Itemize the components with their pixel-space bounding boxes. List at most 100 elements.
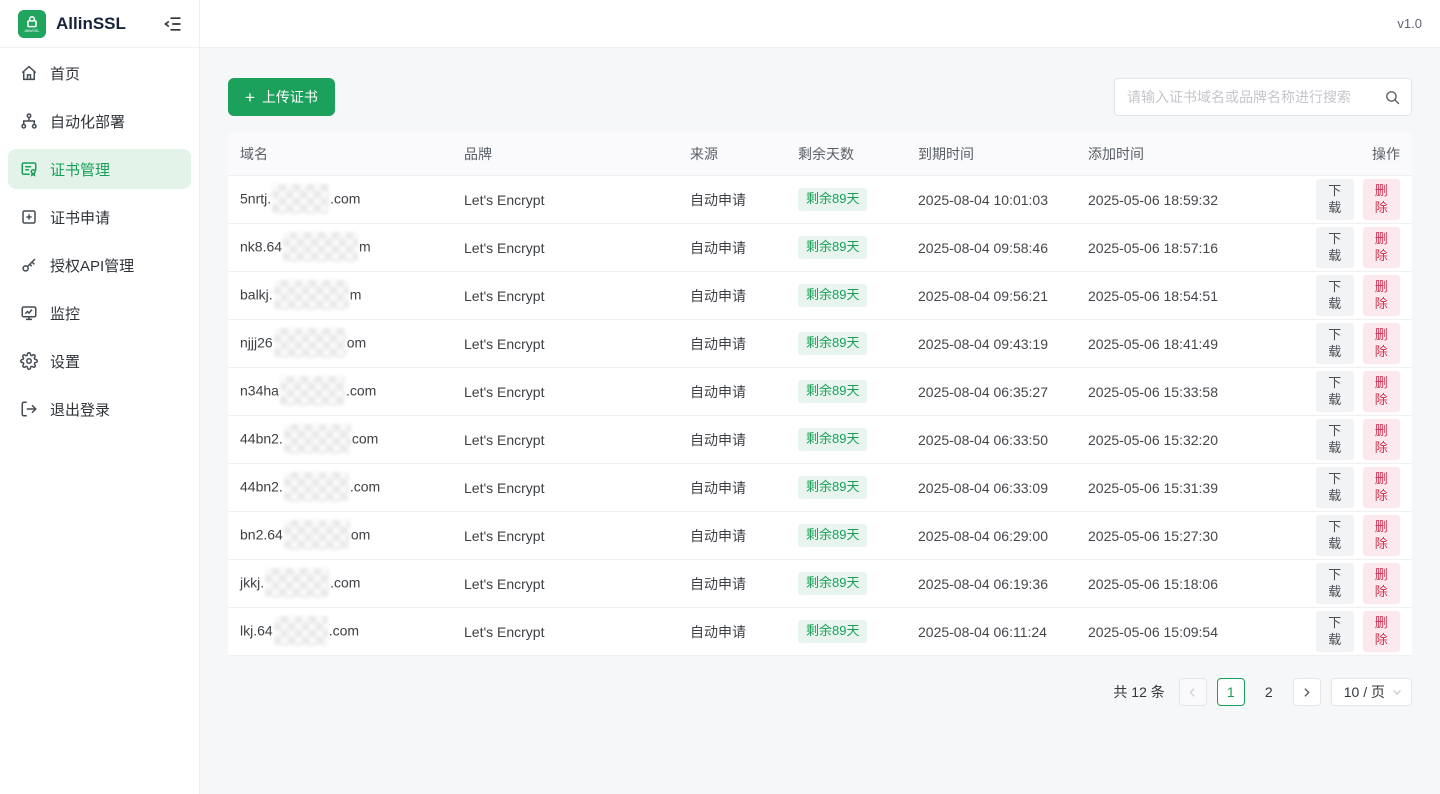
sidebar-item-home[interactable]: 首页 xyxy=(8,53,191,93)
sidebar: AllinSSL AllinSSL 首页 自动化部署 证书管理 xyxy=(0,0,200,794)
upload-cert-button[interactable]: + 上传证书 xyxy=(228,78,335,116)
domain-cell: balkj.m xyxy=(228,281,452,311)
download-button[interactable]: 下载 xyxy=(1316,515,1354,557)
source-cell: 自动申请 xyxy=(678,622,786,642)
col-header-expires: 到期时间 xyxy=(906,144,1076,164)
sidebar-header: AllinSSL AllinSSL xyxy=(0,0,199,48)
domain-redacted-blur xyxy=(274,280,349,310)
actions-cell: 下载 删除 xyxy=(1304,611,1412,653)
days-cell: 剩余89天 xyxy=(786,572,906,595)
domain-prefix: 44bn2. xyxy=(240,430,283,446)
domain-cell: 44bn2..com xyxy=(228,473,452,503)
days-remaining-badge: 剩余89天 xyxy=(798,188,867,211)
pagination-prev-button[interactable] xyxy=(1179,678,1207,706)
pagination-page-1[interactable]: 1 xyxy=(1217,678,1245,706)
delete-button[interactable]: 删除 xyxy=(1363,515,1401,557)
download-button[interactable]: 下载 xyxy=(1316,419,1354,461)
days-cell: 剩余89天 xyxy=(786,620,906,643)
delete-button[interactable]: 删除 xyxy=(1363,179,1401,221)
table-row: balkj.m Let's Encrypt 自动申请 剩余89天 2025-08… xyxy=(228,272,1412,320)
download-button[interactable]: 下载 xyxy=(1316,611,1354,653)
domain-redacted-blur xyxy=(283,232,358,262)
delete-button[interactable]: 删除 xyxy=(1363,467,1401,509)
pagination: 共 12 条 1 2 10 / 页 xyxy=(228,678,1412,706)
table-row: 44bn2.com Let's Encrypt 自动申请 剩余89天 2025-… xyxy=(228,416,1412,464)
delete-button[interactable]: 删除 xyxy=(1363,227,1401,269)
col-header-brand: 品牌 xyxy=(452,144,678,164)
table-row: bn2.64om Let's Encrypt 自动申请 剩余89天 2025-0… xyxy=(228,512,1412,560)
domain-prefix: jkkj. xyxy=(240,574,264,590)
sidebar-item-label: 监控 xyxy=(50,303,80,324)
menu-fold-icon xyxy=(163,14,183,34)
pagination-page-2[interactable]: 2 xyxy=(1255,678,1283,706)
col-header-source: 来源 xyxy=(678,144,786,164)
download-button[interactable]: 下载 xyxy=(1316,275,1354,317)
actions-cell: 下载 删除 xyxy=(1304,227,1412,269)
search-box xyxy=(1114,78,1412,116)
brand-cell: Let's Encrypt xyxy=(452,192,678,208)
page-size-value: 10 / 页 xyxy=(1344,682,1385,702)
app-title: AllinSSL xyxy=(56,14,161,34)
sidebar-item-api-auth[interactable]: 授权API管理 xyxy=(8,245,191,285)
search-input[interactable] xyxy=(1127,89,1384,105)
expire-time-cell: 2025-08-04 06:35:27 xyxy=(906,384,1076,400)
delete-button[interactable]: 删除 xyxy=(1363,611,1401,653)
sidebar-item-cert-apply[interactable]: 证书申请 xyxy=(8,197,191,237)
page-size-select[interactable]: 10 / 页 xyxy=(1331,678,1412,706)
days-cell: 剩余89天 xyxy=(786,380,906,403)
expire-time-cell: 2025-08-04 06:29:00 xyxy=(906,528,1076,544)
download-button[interactable]: 下载 xyxy=(1316,563,1354,605)
days-cell: 剩余89天 xyxy=(786,524,906,547)
domain-suffix: com xyxy=(352,430,378,446)
expire-time-cell: 2025-08-04 09:43:19 xyxy=(906,336,1076,352)
home-icon xyxy=(20,64,38,82)
delete-button[interactable]: 删除 xyxy=(1363,419,1401,461)
delete-button[interactable]: 删除 xyxy=(1363,323,1401,365)
expire-time-cell: 2025-08-04 06:33:09 xyxy=(906,480,1076,496)
source-cell: 自动申请 xyxy=(678,238,786,258)
actions-cell: 下载 删除 xyxy=(1304,275,1412,317)
sidebar-item-settings[interactable]: 设置 xyxy=(8,341,191,381)
domain-suffix: m xyxy=(359,238,371,254)
download-button[interactable]: 下载 xyxy=(1316,371,1354,413)
days-remaining-badge: 剩余89天 xyxy=(798,236,867,259)
download-button[interactable]: 下载 xyxy=(1316,323,1354,365)
sidebar-item-label: 自动化部署 xyxy=(50,111,125,132)
pagination-next-button[interactable] xyxy=(1293,678,1321,706)
domain-cell: nk8.64m xyxy=(228,233,452,263)
days-cell: 剩余89天 xyxy=(786,188,906,211)
days-cell: 剩余89天 xyxy=(786,332,906,355)
table-row: jkkj..com Let's Encrypt 自动申请 剩余89天 2025-… xyxy=(228,560,1412,608)
search-icon[interactable] xyxy=(1384,89,1401,106)
domain-redacted-blur xyxy=(272,184,329,214)
col-header-days: 剩余天数 xyxy=(786,144,906,164)
upload-cert-label: 上传证书 xyxy=(262,87,318,107)
sidebar-item-logout[interactable]: 退出登录 xyxy=(8,389,191,429)
sidebar-item-monitor[interactable]: 监控 xyxy=(8,293,191,333)
expire-time-cell: 2025-08-04 10:01:03 xyxy=(906,192,1076,208)
domain-suffix: .com xyxy=(346,382,376,398)
download-button[interactable]: 下载 xyxy=(1316,179,1354,221)
days-cell: 剩余89天 xyxy=(786,284,906,307)
delete-button[interactable]: 删除 xyxy=(1363,275,1401,317)
domain-suffix: .com xyxy=(350,478,380,494)
download-button[interactable]: 下载 xyxy=(1316,227,1354,269)
col-header-domain: 域名 xyxy=(228,144,452,164)
download-button[interactable]: 下载 xyxy=(1316,467,1354,509)
logo-micro-text: AllinSSL xyxy=(24,29,39,33)
sidebar-item-cert-manage[interactable]: 证书管理 xyxy=(8,149,191,189)
version-label: v1.0 xyxy=(1397,16,1422,31)
sidebar-item-auto-deploy[interactable]: 自动化部署 xyxy=(8,101,191,141)
delete-button[interactable]: 删除 xyxy=(1363,371,1401,413)
actions-cell: 下载 删除 xyxy=(1304,179,1412,221)
domain-prefix: balkj. xyxy=(240,286,273,302)
domain-cell: 44bn2. com xyxy=(228,425,452,455)
delete-button[interactable]: 删除 xyxy=(1363,563,1401,605)
days-remaining-badge: 剩余89天 xyxy=(798,620,867,643)
sidebar-item-label: 设置 xyxy=(50,351,80,372)
domain-suffix: .com xyxy=(329,622,359,638)
added-time-cell: 2025-05-06 18:41:49 xyxy=(1076,336,1304,352)
sidebar-collapse-button[interactable] xyxy=(161,12,185,36)
domain-cell: bn2.64om xyxy=(228,521,452,551)
days-remaining-badge: 剩余89天 xyxy=(798,284,867,307)
